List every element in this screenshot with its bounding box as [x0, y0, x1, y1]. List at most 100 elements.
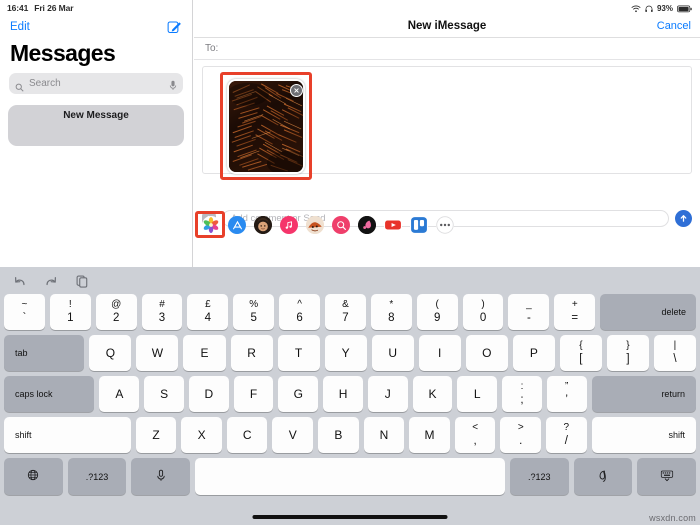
- key-l[interactable]: L: [457, 376, 498, 412]
- key-dismiss-keyboard[interactable]: [637, 458, 696, 495]
- search-container: Search: [0, 73, 192, 94]
- redo-arrow-icon[interactable]: [44, 274, 58, 288]
- to-label: To:: [205, 43, 219, 54]
- key-comma[interactable]: < ,: [454, 417, 496, 453]
- key-delete[interactable]: delete: [600, 294, 696, 330]
- key-b[interactable]: B: [318, 417, 359, 453]
- app-drawer-item-photos[interactable]: [202, 216, 220, 234]
- key-globe[interactable]: [4, 458, 63, 495]
- compose-icon[interactable]: [167, 19, 182, 34]
- key-z[interactable]: Z: [135, 417, 177, 453]
- home-indicator: [252, 515, 448, 519]
- app-drawer-item-app-store[interactable]: [228, 216, 246, 234]
- key-numbers-left[interactable]: .?123: [67, 458, 127, 495]
- on-screen-keyboard: ~ ` ! 1 @ 2 # 3 £ 4 % 5 ^ 6 & 7 * 8 (9 …: [0, 267, 700, 525]
- edit-button[interactable]: Edit: [10, 21, 30, 33]
- key-h[interactable]: H: [323, 376, 363, 412]
- key-c[interactable]: C: [226, 417, 268, 453]
- paste-clipboard-icon[interactable]: [75, 274, 89, 288]
- key-shift-left[interactable]: shift: [4, 417, 131, 453]
- key-w[interactable]: W: [136, 335, 179, 371]
- app-drawer-item-youtube[interactable]: [384, 216, 402, 234]
- key-d[interactable]: D: [188, 376, 229, 412]
- key-top-label: *: [389, 299, 394, 311]
- key-y[interactable]: Y: [324, 335, 367, 371]
- key-bottom-label: 8: [388, 311, 395, 324]
- key-quote[interactable]: ” ’: [546, 376, 587, 412]
- search-icon: [15, 79, 24, 92]
- key-equals[interactable]: + =: [554, 294, 596, 330]
- key-dictation[interactable]: [131, 458, 191, 495]
- digital-touch-icon: [358, 216, 376, 234]
- key-2[interactable]: @ 2: [95, 294, 137, 330]
- key-6[interactable]: ^ 6: [279, 294, 321, 330]
- key-v[interactable]: V: [272, 417, 314, 453]
- key-5[interactable]: % 5: [233, 294, 275, 330]
- key-handwriting[interactable]: [573, 458, 633, 495]
- key-tilde-grave[interactable]: ~ `: [4, 294, 45, 330]
- key-space[interactable]: [195, 458, 505, 495]
- key-bottom-label: ]: [626, 352, 630, 365]
- app-drawer-item-image-search[interactable]: [332, 216, 350, 234]
- key-r[interactable]: R: [230, 335, 273, 371]
- key-bottom-label: \: [673, 352, 677, 365]
- undo-arrow-icon[interactable]: [13, 274, 27, 288]
- key-t[interactable]: T: [277, 335, 320, 371]
- key-0[interactable]: ) 0: [462, 294, 504, 330]
- key-x[interactable]: X: [181, 417, 222, 453]
- app-drawer-item-more[interactable]: [436, 216, 454, 234]
- search-placeholder: Search: [29, 78, 61, 89]
- key-return[interactable]: return: [591, 376, 696, 412]
- key-j[interactable]: J: [367, 376, 408, 412]
- key-shift-right[interactable]: shift: [591, 417, 696, 453]
- animoji-icon: [306, 216, 324, 234]
- key-7[interactable]: & 7: [325, 294, 366, 330]
- app-drawer-item-digital-touch[interactable]: [358, 216, 376, 234]
- key-bottom-label: 4: [204, 311, 212, 324]
- key-i[interactable]: I: [418, 335, 461, 371]
- recipient-field[interactable]: To:: [194, 38, 700, 60]
- key-e[interactable]: E: [183, 335, 226, 371]
- key-a[interactable]: A: [99, 376, 140, 412]
- remove-attachment-button[interactable]: [290, 84, 303, 97]
- key-bracket-right[interactable]: } ]: [606, 335, 649, 371]
- key-q[interactable]: Q: [89, 335, 132, 371]
- app-drawer-item-memoji[interactable]: [254, 216, 272, 234]
- memoji-icon: [254, 216, 272, 234]
- cancel-button[interactable]: Cancel: [657, 20, 691, 32]
- key-k[interactable]: K: [412, 376, 453, 412]
- key-u[interactable]: U: [371, 335, 414, 371]
- key-minus[interactable]: _ -: [508, 294, 550, 330]
- app-drawer-item-trello[interactable]: [410, 216, 428, 234]
- key-9[interactable]: ( 9: [416, 294, 458, 330]
- key-backslash[interactable]: | \: [653, 335, 696, 371]
- list-item[interactable]: New Message: [8, 105, 184, 146]
- key-numbers-right[interactable]: .?123: [509, 458, 569, 495]
- key-s[interactable]: S: [144, 376, 184, 412]
- key-bottom-label: 9: [433, 311, 441, 324]
- key-1[interactable]: ! 1: [49, 294, 91, 330]
- key-n[interactable]: N: [363, 417, 405, 453]
- key-p[interactable]: P: [512, 335, 555, 371]
- key-top-label: ~: [21, 299, 28, 311]
- app-drawer-item-animoji[interactable]: [306, 216, 324, 234]
- key-bottom-label: =: [571, 311, 579, 324]
- key-slash[interactable]: ? /: [546, 417, 587, 453]
- key-o[interactable]: O: [465, 335, 508, 371]
- key-top-label: ”: [565, 381, 569, 393]
- app-drawer-item-music[interactable]: [280, 216, 298, 234]
- key-f[interactable]: F: [233, 376, 274, 412]
- key-bottom-label: ;: [520, 393, 524, 406]
- key-semicolon[interactable]: : ;: [502, 376, 542, 412]
- microphone-icon[interactable]: [169, 78, 177, 90]
- key-4[interactable]: £ 4: [187, 294, 229, 330]
- key-8[interactable]: * 8: [370, 294, 412, 330]
- key-g[interactable]: G: [278, 376, 319, 412]
- key-bracket-left[interactable]: { [: [559, 335, 602, 371]
- key-3[interactable]: # 3: [141, 294, 183, 330]
- search-input[interactable]: Search: [9, 73, 183, 94]
- key-period[interactable]: > .: [500, 417, 542, 453]
- key-caps-lock[interactable]: caps lock: [4, 376, 95, 412]
- key-tab[interactable]: tab: [4, 335, 85, 371]
- key-m[interactable]: M: [409, 417, 450, 453]
